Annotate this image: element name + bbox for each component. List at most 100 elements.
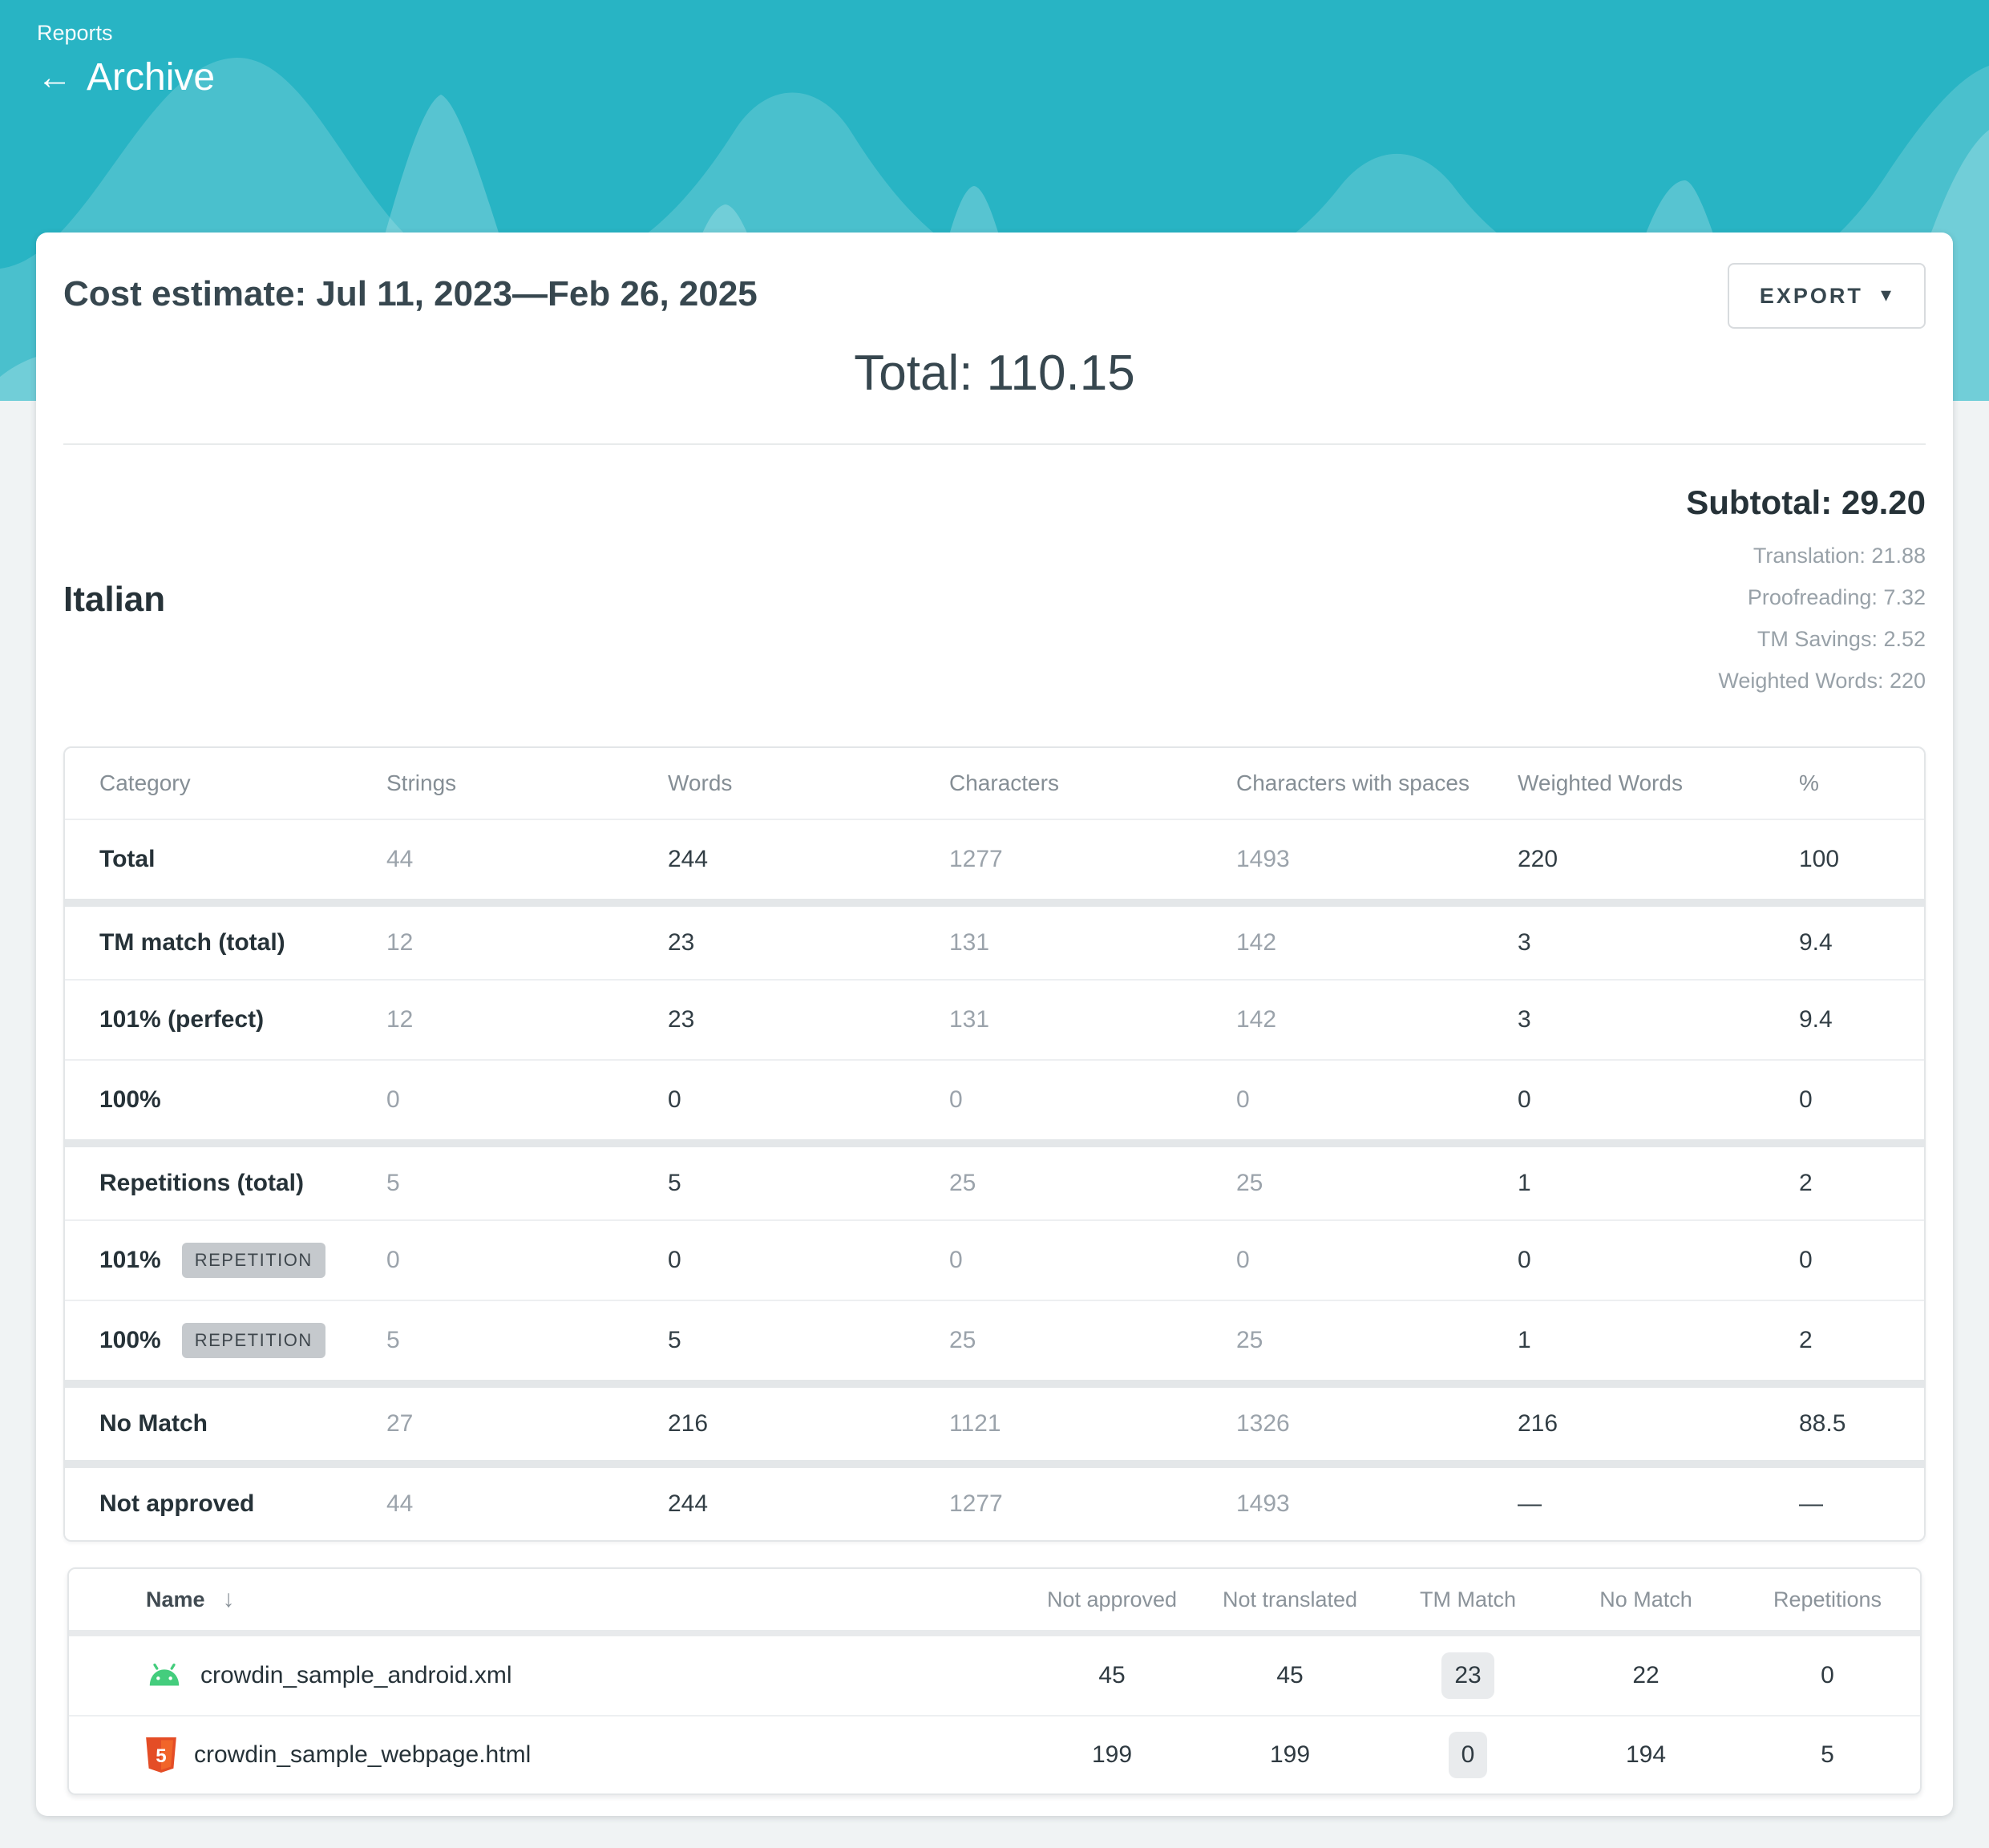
subtotal-translation: Translation: 21.88: [1686, 535, 1926, 576]
col-name-sortable[interactable]: Name ↓: [69, 1586, 1023, 1613]
category-cell: 100% REPETITION: [65, 1323, 352, 1358]
cell-percent: —: [1765, 1490, 1924, 1518]
cell-not-translated: 45: [1201, 1662, 1379, 1689]
cell-percent: 0: [1765, 1086, 1924, 1114]
cell-words: 244: [633, 846, 915, 873]
cell-percent: 0: [1765, 1247, 1924, 1274]
cell-not-approved: 45: [1023, 1662, 1201, 1689]
cell-characters-with-spaces: 142: [1202, 1006, 1483, 1033]
category-table-row: TM match (total) 12 23 131 142 3 9.4: [65, 899, 1924, 979]
cell-strings: 5: [352, 1327, 633, 1354]
col-not-translated[interactable]: Not translated: [1201, 1587, 1379, 1612]
file-name-cell: crowdin_sample_android.xml: [69, 1662, 1023, 1689]
cell-weighted-words: —: [1483, 1490, 1765, 1518]
category-table-row: Repetitions (total) 5 5 25 25 1 2: [65, 1139, 1924, 1219]
file-row: crowdin_sample_android.xml 45 45 23 22 0: [69, 1636, 1920, 1715]
col-not-approved[interactable]: Not approved: [1023, 1587, 1201, 1612]
category-label: 100%: [99, 1327, 161, 1354]
cell-characters-with-spaces: 1493: [1202, 1490, 1483, 1518]
category-cell: Not approved: [65, 1490, 352, 1518]
file-name: crowdin_sample_android.xml: [200, 1662, 512, 1689]
col-characters-with-spaces: Characters with spaces: [1202, 770, 1483, 796]
category-cell: Total: [65, 846, 352, 873]
category-label: 100%: [99, 1086, 161, 1114]
cell-not-translated: 199: [1201, 1741, 1379, 1769]
cell-characters-with-spaces: 1493: [1202, 846, 1483, 873]
cell-characters-with-spaces: 0: [1202, 1086, 1483, 1114]
cell-weighted-words: 1: [1483, 1170, 1765, 1197]
subtotal-weighted-words: Weighted Words: 220: [1686, 660, 1926, 702]
category-table: Category Strings Words Characters Charac…: [63, 746, 1926, 1542]
category-table-row: Not approved 44 244 1277 1493 — —: [65, 1460, 1924, 1540]
android-icon: [146, 1663, 183, 1688]
category-cell: No Match: [65, 1410, 352, 1438]
category-table-body: Total 44 244 1277 1493 220 100 TM match …: [65, 819, 1924, 1540]
cell-characters-with-spaces: 1326: [1202, 1410, 1483, 1438]
tm-match-badge: 0: [1449, 1732, 1488, 1778]
cell-repetitions: 5: [1735, 1741, 1920, 1769]
cell-percent: 9.4: [1765, 1006, 1924, 1033]
cell-strings: 12: [352, 929, 633, 956]
cell-not-approved: 199: [1023, 1741, 1201, 1769]
category-label: Repetitions (total): [99, 1170, 304, 1197]
cell-weighted-words: 1: [1483, 1327, 1765, 1354]
cell-strings: 12: [352, 1006, 633, 1033]
col-percent: %: [1765, 770, 1924, 796]
cell-characters-with-spaces: 142: [1202, 929, 1483, 956]
hero-content: Reports ← Archive: [0, 0, 1989, 101]
cell-weighted-words: 3: [1483, 929, 1765, 956]
cell-tm-match: 0: [1379, 1732, 1557, 1778]
category-label: 101% (perfect): [99, 1006, 264, 1033]
category-table-row: 101% REPETITION 0 0 0 0 0 0: [65, 1219, 1924, 1300]
cell-characters: 0: [915, 1086, 1202, 1114]
col-tm-match[interactable]: TM Match: [1379, 1587, 1557, 1612]
chevron-down-icon: ▾: [1881, 284, 1894, 305]
col-words: Words: [633, 770, 915, 796]
cell-characters: 25: [915, 1170, 1202, 1197]
repetition-badge: REPETITION: [182, 1323, 325, 1358]
cell-weighted-words: 0: [1483, 1247, 1765, 1274]
cell-words: 216: [633, 1410, 915, 1438]
files-table-header: Name ↓ Not approved Not translated TM Ma…: [69, 1569, 1920, 1636]
file-row: 5 crowdin_sample_webpage.html 199 199 0 …: [69, 1715, 1920, 1793]
category-table-row: Total 44 244 1277 1493 220 100: [65, 819, 1924, 899]
col-weighted-words: Weighted Words: [1483, 770, 1765, 796]
cell-repetitions: 0: [1735, 1662, 1920, 1689]
cell-words: 0: [633, 1086, 915, 1114]
col-strings: Strings: [352, 770, 633, 796]
cell-percent: 2: [1765, 1170, 1924, 1197]
cell-characters: 131: [915, 929, 1202, 956]
svg-text:5: 5: [156, 1745, 166, 1767]
cell-strings: 44: [352, 846, 633, 873]
subtotal-proofreading: Proofreading: 7.32: [1686, 576, 1926, 618]
col-no-match[interactable]: No Match: [1557, 1587, 1735, 1612]
file-name: crowdin_sample_webpage.html: [194, 1741, 531, 1769]
back-arrow-icon[interactable]: ←: [37, 55, 72, 101]
category-cell: Repetitions (total): [65, 1170, 352, 1197]
cell-tm-match: 23: [1379, 1652, 1557, 1699]
category-table-header: Category Strings Words Characters Charac…: [65, 748, 1924, 819]
cell-characters: 1277: [915, 846, 1202, 873]
subtotal-block: Subtotal: 29.20 Translation: 21.88 Proof…: [1686, 483, 1926, 702]
language-name: Italian: [63, 580, 165, 702]
cell-strings: 5: [352, 1170, 633, 1197]
subtotal-tm-savings: TM Savings: 2.52: [1686, 618, 1926, 660]
cell-words: 244: [633, 1490, 915, 1518]
cell-characters: 25: [915, 1327, 1202, 1354]
col-repetitions[interactable]: Repetitions: [1735, 1587, 1920, 1612]
col-category: Category: [65, 770, 352, 796]
category-label: Total: [99, 846, 155, 873]
report-heading: Cost estimate: Jul 11, 2023—Feb 26, 2025: [63, 263, 758, 314]
cell-characters: 1277: [915, 1490, 1202, 1518]
col-name-label: Name: [146, 1587, 205, 1612]
category-cell: TM match (total): [65, 929, 352, 956]
sort-descending-icon: ↓: [223, 1586, 235, 1613]
cell-strings: 0: [352, 1247, 633, 1274]
report-total: Total: 110.15: [63, 345, 1926, 402]
page-title: Archive: [87, 55, 215, 101]
cell-characters-with-spaces: 25: [1202, 1327, 1483, 1354]
export-button[interactable]: EXPORT ▾: [1728, 263, 1926, 329]
breadcrumb-reports[interactable]: Reports: [37, 19, 1989, 47]
cell-strings: 0: [352, 1086, 633, 1114]
cell-weighted-words: 220: [1483, 846, 1765, 873]
